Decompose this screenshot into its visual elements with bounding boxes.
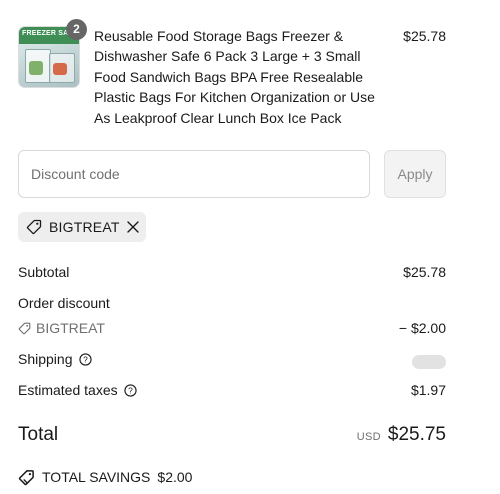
taxes-label-group: Estimated taxes ? (18, 380, 137, 400)
product-thumbnail: FREEZER SAFE 2 (18, 19, 87, 88)
shipping-row: Shipping ? (18, 349, 446, 369)
apply-button[interactable]: Apply (384, 150, 446, 198)
savings-label: TOTAL SAVINGS (42, 469, 151, 485)
applied-discount-chip: BIGTREAT (18, 212, 146, 242)
info-icon[interactable]: ? (78, 352, 92, 366)
total-savings: TOTAL SAVINGS $2.00 (18, 467, 192, 487)
order-discount-label: Order discount (18, 295, 110, 311)
image-food-green (29, 61, 43, 75)
savings-value: $2.00 (157, 469, 193, 485)
tag-icon (18, 322, 31, 334)
order-discount-row: Order discount (18, 293, 446, 313)
savings-tag-icon (18, 469, 34, 485)
product-title: Reusable Food Storage Bags Freezer & Dis… (94, 28, 375, 126)
taxes-value: $1.97 (410, 382, 446, 398)
tag-icon (26, 219, 42, 235)
total-amount: USD $25.75 (357, 422, 446, 448)
discount-code-input[interactable] (18, 150, 370, 198)
image-food-red (53, 63, 67, 75)
close-icon[interactable] (126, 220, 140, 234)
quantity-badge: 2 (66, 19, 87, 40)
currency-code: USD (356, 431, 381, 443)
svg-text:?: ? (83, 354, 88, 364)
discount-code-name: BIGTREAT (36, 320, 105, 336)
total-label: Total (18, 424, 59, 445)
taxes-row: Estimated taxes ? $1.97 (18, 380, 446, 400)
discount-code-row: BIGTREAT − $2.00 (18, 318, 446, 338)
applied-code-label: BIGTREAT (49, 219, 120, 235)
taxes-label: Estimated taxes (18, 382, 118, 398)
shipping-label-group: Shipping ? (18, 349, 92, 369)
subtotal-value: $25.78 (403, 264, 446, 280)
discount-code-summary: BIGTREAT (18, 318, 105, 338)
total-value: $25.75 (387, 424, 446, 445)
info-icon[interactable]: ? (123, 383, 137, 397)
shipping-label: Shipping (18, 351, 73, 367)
svg-text:?: ? (128, 385, 133, 395)
subtotal-label: Subtotal (18, 264, 70, 280)
discount-value: − $2.00 (398, 320, 446, 336)
subtotal-row: Subtotal $25.78 (18, 262, 446, 282)
total-row: Total USD $25.75 (18, 422, 446, 448)
product-price: $25.78 (403, 28, 446, 44)
shipping-value-placeholder (412, 355, 446, 369)
